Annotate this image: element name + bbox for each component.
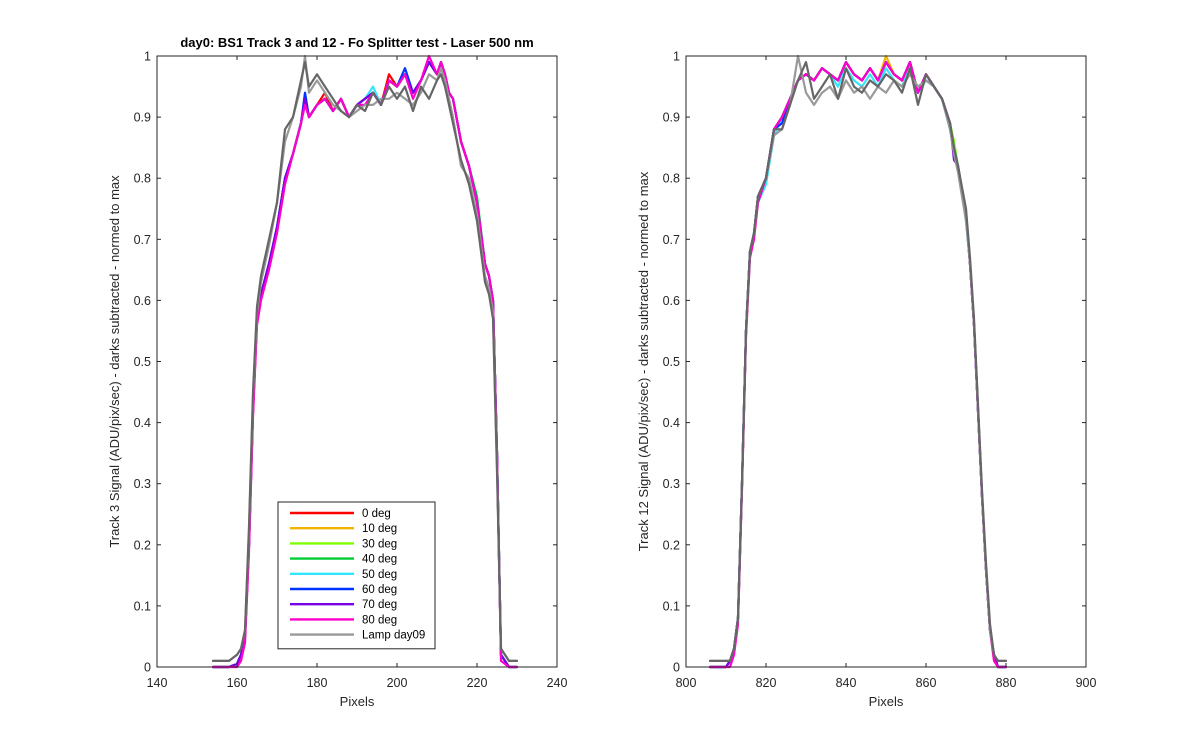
legend-entry-label: 40 deg [362,554,397,566]
y-tick-label: 0.5 [663,355,680,369]
left-chart-title: day0: BS1 Track 3 and 12 - Fo Splitter t… [180,35,533,50]
y-tick-label: 0.2 [663,538,680,552]
y-tick-label: 0.6 [663,294,680,308]
right-axes: Pixels Track 12 Signal (ADU/pix/sec) - d… [636,50,1096,710]
right-y-axis-label: Track 12 Signal (ADU/pix/sec) - darks su… [636,171,651,551]
legend-entry-label: 70 deg [362,599,397,611]
x-tick-label: 240 [547,676,568,690]
y-tick-label: 0.6 [134,294,151,308]
y-tick-label: 0.9 [663,111,680,125]
y-tick-label: 0.8 [134,172,151,186]
x-tick-label: 160 [227,676,248,690]
y-tick-label: 0.7 [663,233,680,247]
right-x-axis-label: Pixels [869,694,904,709]
left-axes: day0: BS1 Track 3 and 12 - Fo Splitter t… [107,35,567,709]
legend-entry-label: 80 deg [362,614,397,626]
x-tick-label: 220 [467,676,488,690]
x-tick-label: 200 [387,676,408,690]
legend-entry-label: 0 deg [362,508,391,520]
y-tick-label: 1 [673,50,680,64]
legend-box [277,501,436,650]
x-tick-label: 140 [147,676,168,690]
y-tick-label: 0.1 [134,599,151,613]
y-tick-label: 1 [144,50,151,64]
x-tick-label: 900 [1076,676,1097,690]
y-tick-label: 0.3 [134,477,151,491]
y-tick-label: 0.9 [134,111,151,125]
y-tick-label: 0 [673,661,680,675]
left-x-axis-label: Pixels [340,694,375,709]
figure-canvas: day0: BS1 Track 3 and 12 - Fo Splitter t… [107,35,1096,710]
legend-entry-label: 50 deg [362,569,397,581]
y-tick-label: 0.8 [663,172,680,186]
y-tick-label: 0.7 [134,233,151,247]
left-y-axis-label: Track 3 Signal (ADU/pix/sec) - darks sub… [107,175,122,548]
y-tick-label: 0 [144,661,151,675]
x-tick-label: 860 [916,676,937,690]
figure: day0: BS1 Track 3 and 12 - Fo Splitter t… [0,0,1200,750]
y-tick-label: 0.2 [134,538,151,552]
x-tick-label: 180 [307,676,328,690]
y-tick-label: 0.4 [134,416,151,430]
y-tick-label: 0.1 [663,599,680,613]
x-tick-label: 820 [756,676,777,690]
y-tick-label: 0.4 [663,416,680,430]
x-tick-label: 800 [676,676,697,690]
legend-entry-label: 10 deg [362,523,397,535]
legend: 0 deg 10 deg 30 deg 40 deg 50 deg 60 deg 70 de… [277,501,436,650]
y-tick-label: 0.5 [134,355,151,369]
legend-entry-label: 30 deg [362,538,397,550]
legend-entry-label: Lamp day09 [362,630,425,642]
x-tick-label: 840 [836,676,857,690]
x-tick-label: 880 [996,676,1017,690]
y-tick-label: 0.3 [663,477,680,491]
legend-entry-label: 60 deg [362,584,397,596]
